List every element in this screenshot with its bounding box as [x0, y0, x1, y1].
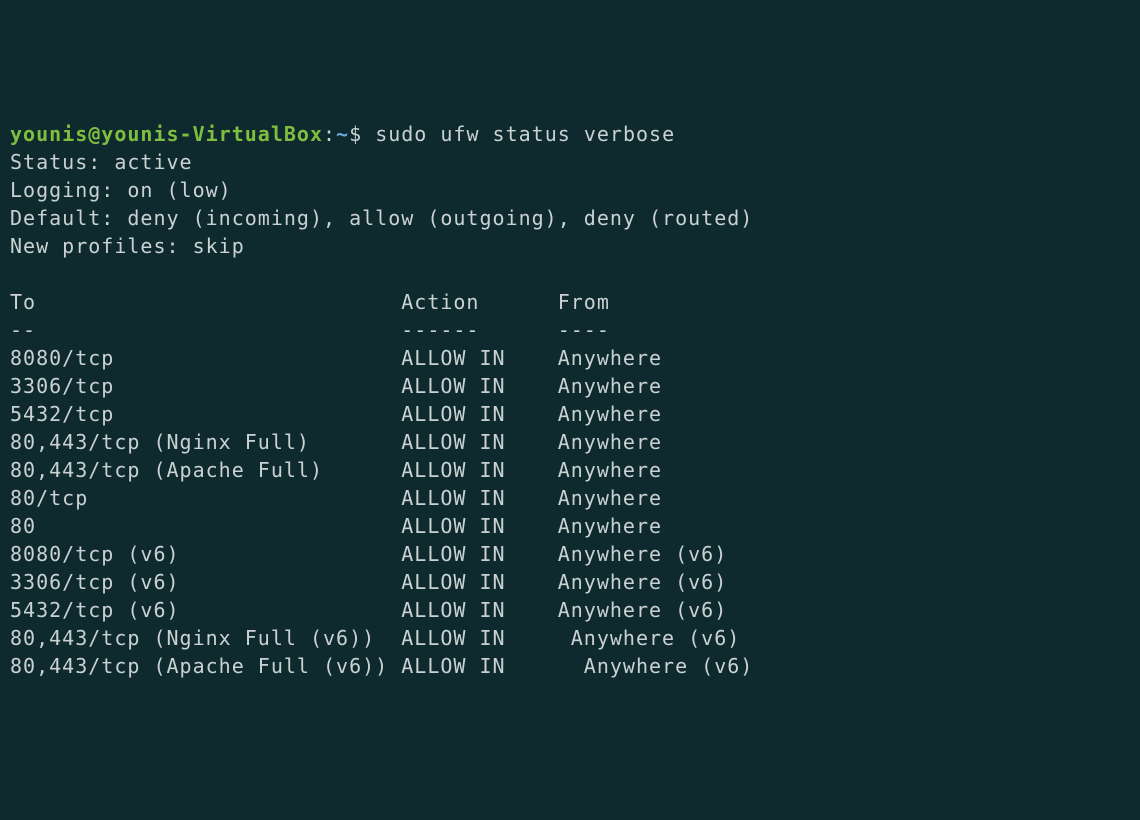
logging-line: Logging: on (low) — [10, 178, 232, 202]
status-line: Status: active — [10, 150, 193, 174]
prompt-dollar: $ — [349, 122, 375, 146]
rule-row: 80,443/tcp (Apache Full (v6)) ALLOW IN A… — [10, 654, 753, 678]
command-text: sudo ufw status verbose — [375, 122, 675, 146]
rules-divider: -- ------ ---- — [10, 318, 610, 342]
profiles-line: New profiles: skip — [10, 234, 245, 258]
rule-row: 3306/tcp (v6) ALLOW IN Anywhere (v6) — [10, 570, 727, 594]
rule-row: 5432/tcp ALLOW IN Anywhere — [10, 402, 662, 426]
prompt-at: @ — [88, 122, 101, 146]
rule-row: 8080/tcp ALLOW IN Anywhere — [10, 346, 662, 370]
rule-row: 80,443/tcp (Apache Full) ALLOW IN Anywhe… — [10, 458, 662, 482]
rule-row: 80,443/tcp (Nginx Full (v6)) ALLOW IN An… — [10, 626, 740, 650]
prompt-user: younis — [10, 122, 88, 146]
rules-body: 8080/tcp ALLOW IN Anywhere 3306/tcp ALLO… — [10, 344, 1130, 680]
rules-header: To Action From — [10, 290, 610, 314]
rule-row: 80/tcp ALLOW IN Anywhere — [10, 486, 662, 510]
default-line: Default: deny (incoming), allow (outgoin… — [10, 206, 753, 230]
rule-row: 8080/tcp (v6) ALLOW IN Anywhere (v6) — [10, 542, 727, 566]
prompt-path: ~ — [336, 122, 349, 146]
rule-row: 80 ALLOW IN Anywhere — [10, 514, 662, 538]
rule-row: 5432/tcp (v6) ALLOW IN Anywhere (v6) — [10, 598, 727, 622]
prompt-colon: : — [323, 122, 336, 146]
rule-row: 80,443/tcp (Nginx Full) ALLOW IN Anywher… — [10, 430, 662, 454]
rule-row: 3306/tcp ALLOW IN Anywhere — [10, 374, 662, 398]
terminal-prompt[interactable]: younis@younis-VirtualBox:~$ sudo ufw sta… — [10, 122, 675, 146]
prompt-host: younis-VirtualBox — [101, 122, 323, 146]
